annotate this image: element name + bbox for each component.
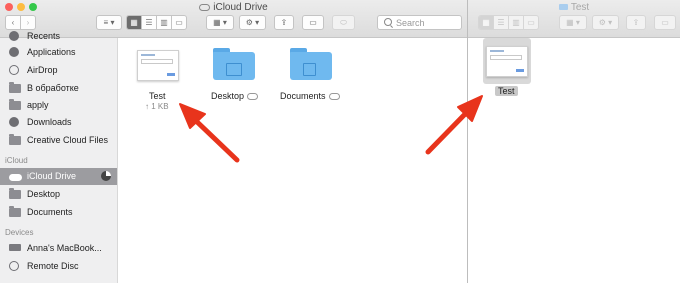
red-arrow-left xyxy=(179,103,240,163)
red-arrow-right xyxy=(425,95,483,155)
annotation-arrows xyxy=(179,95,483,163)
